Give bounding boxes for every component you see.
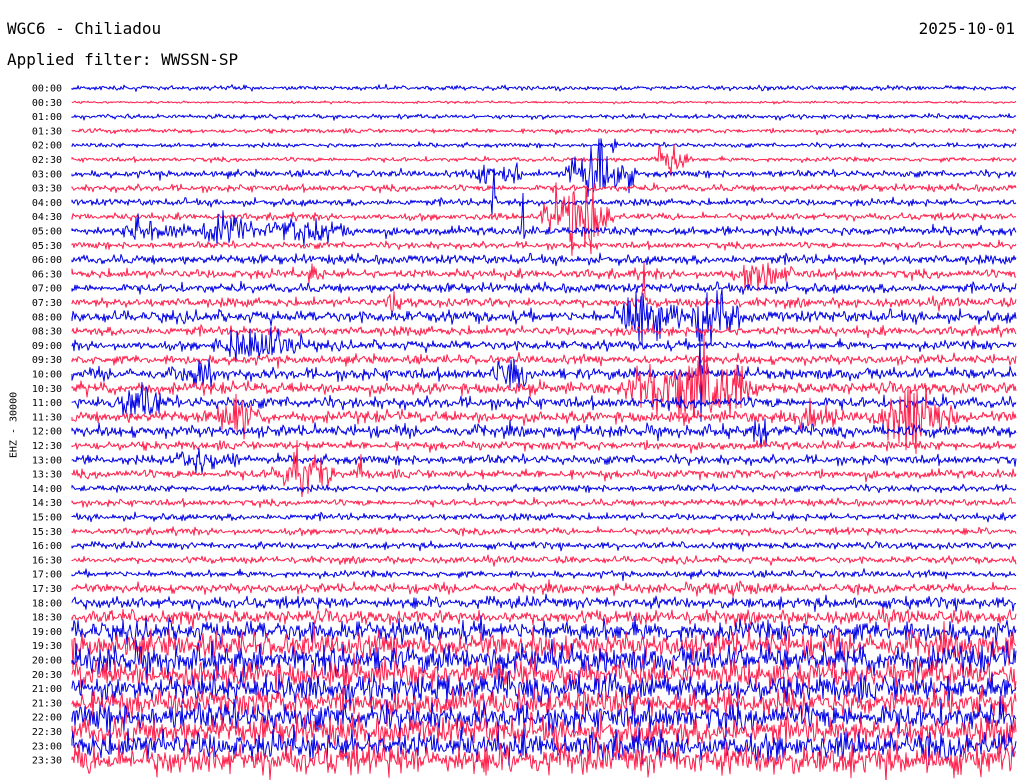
trace-row-1600 xyxy=(71,539,1017,552)
trace-row-0700 xyxy=(71,280,1017,295)
row-time-label: 21:00 xyxy=(32,684,62,695)
row-time-label: 04:30 xyxy=(32,212,62,223)
trace-row-0430 xyxy=(71,182,1017,256)
row-time-label: 08:30 xyxy=(32,327,62,338)
seismic-traces xyxy=(71,83,1017,780)
trace-row-1130 xyxy=(71,384,1017,454)
trace-row-1630 xyxy=(71,554,1017,567)
row-time-label: 19:00 xyxy=(32,627,62,638)
trace-row-0330 xyxy=(71,182,1017,194)
row-time-label: 20:30 xyxy=(32,670,62,681)
row-time-label: 11:00 xyxy=(32,398,62,409)
trace-row-0600 xyxy=(71,252,1017,267)
row-time-label: 09:00 xyxy=(32,341,62,352)
row-time-label: 05:30 xyxy=(32,241,62,252)
row-time-label: 07:30 xyxy=(32,298,62,309)
row-time-labels: 00:00 00:30 01:00 01:30 02:00 02:30 03:00 03:30… xyxy=(32,84,62,767)
trace-row-1300 xyxy=(71,447,1017,474)
trace-row-1400 xyxy=(71,482,1017,494)
trace-row-1800 xyxy=(71,593,1017,612)
trace-row-1430 xyxy=(71,497,1017,508)
row-time-label: 12:00 xyxy=(32,427,62,438)
row-time-label: 10:30 xyxy=(32,384,62,395)
row-time-label: 19:30 xyxy=(32,641,62,652)
trace-row-0000 xyxy=(71,83,1017,92)
seismogram-plot: 00:00 00:30 01:00 01:30 02:00 02:30 03:00 03:30… xyxy=(32,83,1017,780)
row-time-label: 03:00 xyxy=(32,169,62,180)
row-time-label: 14:30 xyxy=(32,498,62,509)
row-time-label: 12:30 xyxy=(32,441,62,452)
row-time-label: 18:00 xyxy=(32,598,62,609)
row-time-label: 14:00 xyxy=(32,484,62,495)
row-time-label: 17:00 xyxy=(32,570,62,581)
row-time-label: 13:00 xyxy=(32,455,62,466)
row-time-label: 17:30 xyxy=(32,584,62,595)
trace-row-0030 xyxy=(71,100,1017,105)
trace-row-0130 xyxy=(71,127,1017,136)
row-time-label: 00:00 xyxy=(32,84,62,95)
row-time-label: 20:00 xyxy=(32,656,62,667)
trace-row-0530 xyxy=(71,239,1017,251)
trace-row-1500 xyxy=(71,511,1017,523)
row-time-label: 00:30 xyxy=(32,98,62,109)
row-time-label: 13:30 xyxy=(32,470,62,481)
row-time-label: 22:30 xyxy=(32,727,62,738)
trace-row-1700 xyxy=(71,568,1017,582)
trace-row-0930 xyxy=(71,351,1017,369)
row-time-label: 23:00 xyxy=(32,741,62,752)
row-time-label: 11:30 xyxy=(32,412,62,423)
trace-row-0800 xyxy=(71,288,1017,346)
row-time-label: 02:00 xyxy=(32,141,62,152)
row-time-label: 22:00 xyxy=(32,713,62,724)
row-time-label: 21:30 xyxy=(32,698,62,709)
trace-row-1730 xyxy=(71,579,1017,598)
trace-row-0230 xyxy=(71,143,1017,177)
row-time-label: 06:30 xyxy=(32,269,62,280)
row-time-label: 23:30 xyxy=(32,756,62,767)
trace-row-1530 xyxy=(71,526,1017,537)
row-time-label: 02:30 xyxy=(32,155,62,166)
row-time-label: 05:00 xyxy=(32,227,62,238)
row-time-label: 10:00 xyxy=(32,370,62,381)
trace-row-0100 xyxy=(71,112,1017,121)
row-time-label: 16:00 xyxy=(32,541,62,552)
row-time-label: 01:30 xyxy=(32,126,62,137)
row-time-label: 07:00 xyxy=(32,284,62,295)
row-time-label: 09:30 xyxy=(32,355,62,366)
row-time-label: 18:30 xyxy=(32,613,62,624)
trace-row-0830 xyxy=(71,323,1017,339)
row-time-label: 04:00 xyxy=(32,198,62,209)
trace-row-0200 xyxy=(71,138,1017,154)
row-time-label: 16:30 xyxy=(32,555,62,566)
trace-row-1230 xyxy=(71,439,1017,454)
row-time-label: 06:00 xyxy=(32,255,62,266)
row-time-label: 03:30 xyxy=(32,184,62,195)
row-time-label: 15:30 xyxy=(32,527,62,538)
row-time-label: 08:00 xyxy=(32,312,62,323)
row-time-label: 01:00 xyxy=(32,112,62,123)
row-time-label: 15:00 xyxy=(32,513,62,524)
